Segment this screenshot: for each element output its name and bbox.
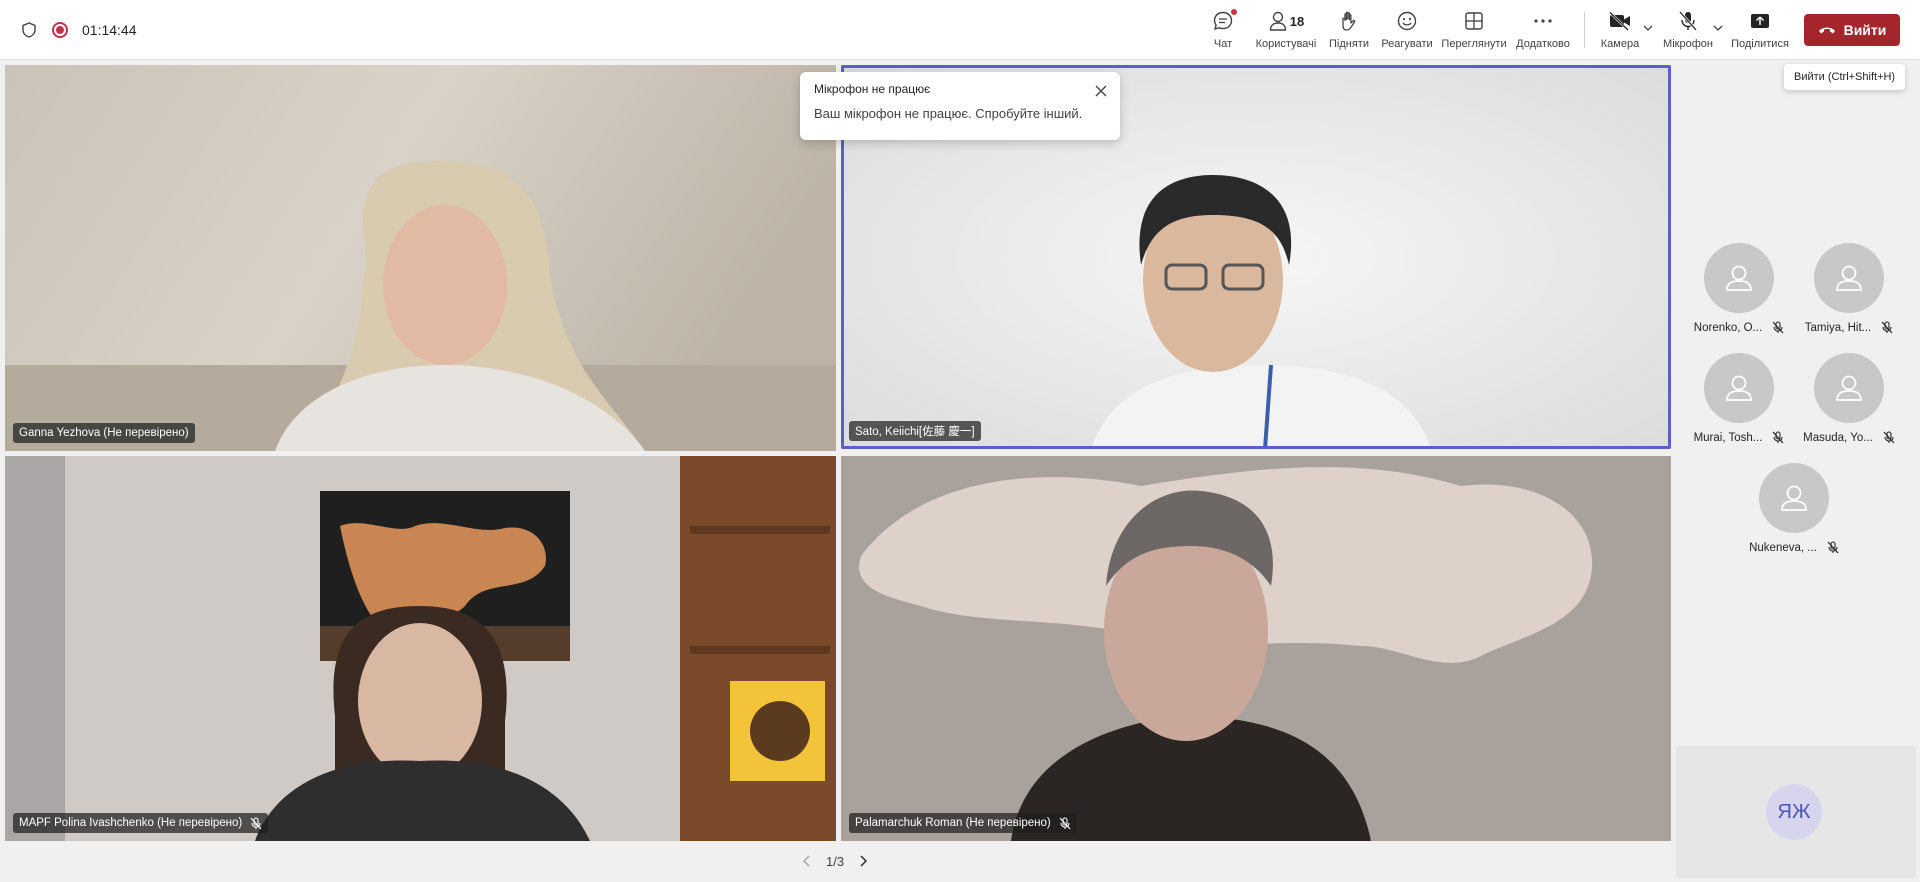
roster-name-row: Norenko, O... <box>1694 321 1784 334</box>
roster-participant[interactable]: Norenko, O... <box>1684 243 1794 343</box>
participant-name-tag: MAPF Polina Ivashchenko (Не перевірено) <box>13 813 269 833</box>
react-button[interactable]: Реагувати <box>1381 8 1433 54</box>
share-button[interactable]: Поділитися <box>1730 8 1790 54</box>
mic-muted-icon <box>1059 816 1071 829</box>
person-icon <box>1726 375 1752 401</box>
roster-name: Tamiya, Hit... <box>1804 321 1872 334</box>
view-button[interactable]: Переглянути <box>1441 8 1507 54</box>
video-tile[interactable]: MAPF Polina Ivashchenko (Не перевірено) <box>5 456 836 841</box>
previous-page-icon[interactable] <box>800 854 814 868</box>
leave-button[interactable]: Вийти <box>1804 14 1900 46</box>
chat-button[interactable]: Чат <box>1208 8 1238 54</box>
close-icon[interactable] <box>1094 84 1108 98</box>
roster-name-row: Tamiya, Hit... <box>1805 321 1893 334</box>
leave-tooltip: Вийти (Ctrl+Shift+H) <box>1784 64 1906 90</box>
camera-options-chevron-icon[interactable] <box>1642 22 1654 34</box>
share-icon <box>1749 8 1771 34</box>
shield-icon[interactable] <box>20 20 38 40</box>
raise-hand-button[interactable]: Підняти <box>1328 8 1370 54</box>
avatar <box>1814 353 1884 423</box>
participant-name-tag: Ganna Yezhova (Не перевірено) <box>13 423 195 443</box>
roster-name-row: Nukeneva, ... <box>1749 541 1839 554</box>
next-page-icon[interactable] <box>856 854 870 868</box>
person-icon <box>1836 375 1862 401</box>
video-tile[interactable]: Palamarchuk Roman (Не перевірено) <box>841 456 1671 841</box>
camera-button[interactable]: Камера <box>1598 8 1642 54</box>
mic-muted-icon <box>1772 321 1784 334</box>
more-label: Додатково <box>1516 38 1570 50</box>
toast-body: Ваш мікрофон не працює. Спробуйте інший. <box>814 106 1083 121</box>
participant-name: Palamarchuk Roman (Не перевірено) <box>855 817 1051 829</box>
avatar <box>1704 353 1774 423</box>
toolbar-divider <box>1584 12 1585 48</box>
meeting-status: 01:14:44 <box>20 18 137 42</box>
toast-title: Мікрофон не працює <box>814 82 931 96</box>
roster-name: Norenko, O... <box>1693 321 1763 334</box>
leave-label: Вийти <box>1843 22 1887 38</box>
avatar <box>1704 243 1774 313</box>
participant-video <box>841 456 1671 841</box>
roster-name-row: Murai, Tosh... <box>1694 431 1785 444</box>
roster-participant[interactable]: Nukeneva, ... <box>1739 463 1849 563</box>
participant-name-tag: Palamarchuk Roman (Не перевірено) <box>849 813 1077 833</box>
mic-muted-icon <box>1881 321 1893 334</box>
participant-name: MAPF Polina Ivashchenko (Не перевірено) <box>19 817 243 829</box>
people-count: 18 <box>1289 13 1305 29</box>
mic-warning-toast: Мікрофон не працює Ваш мікрофон не працю… <box>800 72 1120 140</box>
roster-participant[interactable]: Murai, Tosh... <box>1684 353 1794 453</box>
mic-muted-icon <box>1883 431 1895 444</box>
camera-off-icon <box>1608 8 1632 34</box>
avatar <box>1759 463 1829 533</box>
meeting-timer: 01:14:44 <box>82 22 137 38</box>
microphone-button[interactable]: Мікрофон <box>1660 8 1716 54</box>
mic-muted-icon <box>1827 541 1839 554</box>
mic-off-icon <box>1677 8 1699 34</box>
people-icon: 18 <box>1268 8 1304 34</box>
participant-video <box>5 456 836 841</box>
participant-name: Ganna Yezhova (Не перевірено) <box>19 427 189 439</box>
recording-icon <box>52 22 68 38</box>
chat-label: Чат <box>1213 38 1233 50</box>
page-indicator: 1/3 <box>826 853 845 869</box>
camera-label: Камера <box>1600 38 1640 50</box>
share-label: Поділитися <box>1731 38 1789 50</box>
more-button[interactable]: Додатково <box>1514 8 1572 54</box>
people-button[interactable]: 18 Користувачі <box>1254 8 1318 54</box>
more-icon <box>1533 8 1553 34</box>
gallery-pager: 1/3 <box>800 851 870 871</box>
roster-name: Murai, Tosh... <box>1693 431 1763 444</box>
people-label: Користувачі <box>1255 38 1317 50</box>
roster-participant[interactable]: Tamiya, Hit... <box>1794 243 1904 343</box>
meeting-toolbar: 01:14:44 Чат 18 Користувачі Підняти Реаг… <box>0 0 1920 60</box>
avatar <box>1814 243 1884 313</box>
participant-name: Sato, Keiichi[佐藤 慶一] <box>855 426 975 438</box>
self-avatar: ЯЖ <box>1766 784 1822 840</box>
roster-name-row: Masuda, Yo... <box>1803 431 1895 444</box>
microphone-label: Мікрофон <box>1663 38 1713 50</box>
view-label: Переглянути <box>1441 38 1507 50</box>
roster-participant[interactable]: Masuda, Yo... <box>1794 353 1904 453</box>
mic-options-chevron-icon[interactable] <box>1712 22 1724 34</box>
emoji-icon <box>1396 8 1418 34</box>
unread-badge <box>1231 9 1237 15</box>
grid-view-icon <box>1464 8 1484 34</box>
hand-icon <box>1339 8 1359 34</box>
react-label: Реагувати <box>1381 38 1433 50</box>
mic-muted-icon <box>250 816 262 829</box>
raise-hand-label: Підняти <box>1329 38 1369 50</box>
person-icon <box>1781 485 1807 511</box>
participant-name-tag: Sato, Keiichi[佐藤 慶一] <box>849 421 981 441</box>
person-icon <box>1726 265 1752 291</box>
video-tile[interactable]: Ganna Yezhova (Не перевірено) <box>5 65 836 451</box>
person-icon <box>1836 265 1862 291</box>
chat-icon <box>1212 8 1237 34</box>
mic-muted-icon <box>1772 431 1784 444</box>
roster-name: Nukeneva, ... <box>1749 541 1817 554</box>
participant-video <box>5 65 836 451</box>
roster-name: Masuda, Yo... <box>1803 431 1873 444</box>
hang-up-icon <box>1818 27 1835 34</box>
self-view[interactable]: ЯЖ <box>1676 746 1916 878</box>
